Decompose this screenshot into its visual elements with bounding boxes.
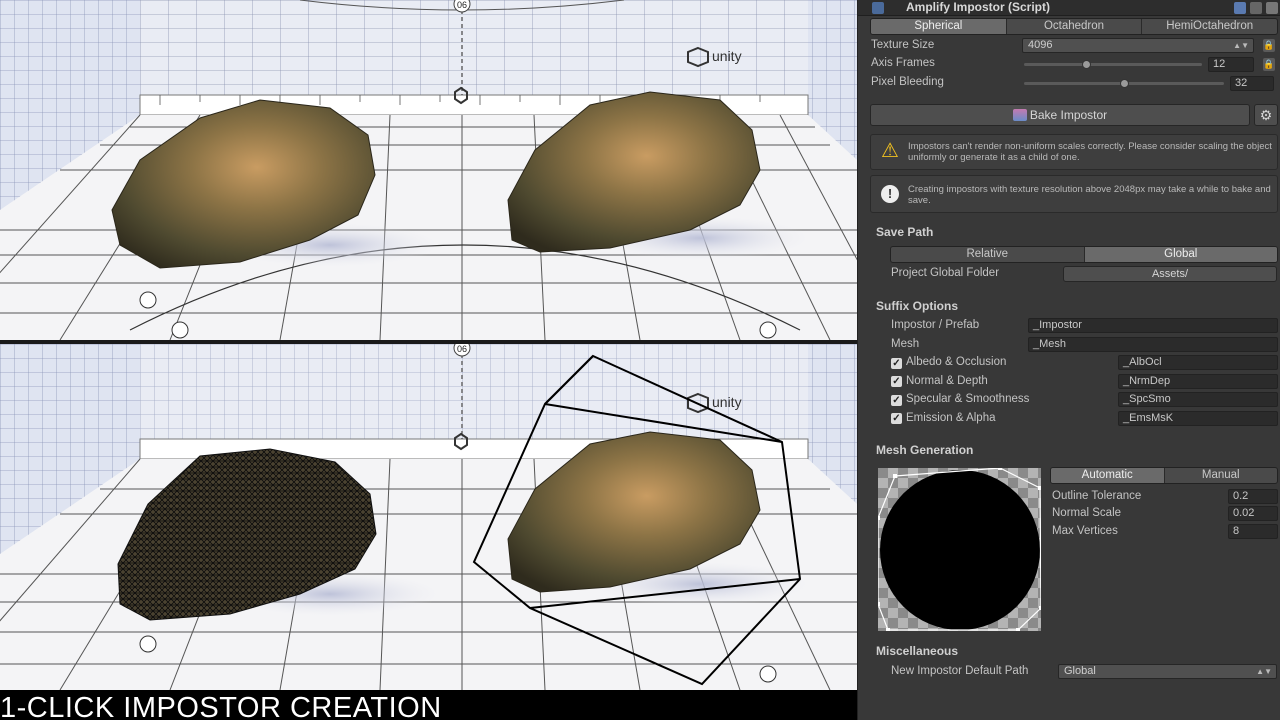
- save-path-tabs: Relative Global: [890, 246, 1278, 263]
- warning-icon: ⚠: [881, 140, 899, 162]
- max-vertices-label: Max Vertices: [1052, 525, 1118, 537]
- scene-viewport-top[interactable]: 06 unity: [0, 0, 857, 340]
- info-text: Creating impostors with texture resoluti…: [908, 184, 1271, 206]
- pixel-bleeding-label: Pixel Bleeding: [871, 76, 944, 88]
- default-path-label: New Impostor Default Path: [891, 665, 1029, 677]
- emission-alpha-checkbox[interactable]: ✓: [891, 413, 902, 424]
- component-title: Amplify Impostor (Script): [906, 0, 1051, 14]
- suffix-options-heading: Suffix Options: [876, 299, 958, 313]
- component-header[interactable]: Amplify Impostor (Script): [858, 0, 1280, 16]
- default-path-dropdown[interactable]: Global ▲▼: [1058, 664, 1277, 679]
- normal-depth-label: Normal & Depth: [906, 375, 988, 387]
- svg-text:unity: unity: [712, 394, 742, 410]
- albedo-occlusion-checkbox[interactable]: ✓: [891, 358, 902, 369]
- script-icon: [872, 2, 884, 14]
- svg-text:06: 06: [457, 344, 467, 354]
- pixel-bleeding-field[interactable]: 32: [1230, 76, 1274, 91]
- specular-smoothness-checkbox[interactable]: ✓: [891, 395, 902, 406]
- emission-alpha-label: Emission & Alpha: [906, 412, 996, 424]
- projection-tabs: Spherical Octahedron HemiOctahedron: [870, 18, 1278, 35]
- axis-frames-field[interactable]: 12: [1208, 57, 1254, 72]
- texture-size-label: Texture Size: [871, 39, 935, 51]
- tab-spherical[interactable]: Spherical: [871, 19, 1007, 34]
- inspector-panel: Amplify Impostor (Script) Spherical Octa…: [857, 0, 1280, 720]
- tab-global[interactable]: Global: [1084, 247, 1277, 262]
- impostor-prefab-field[interactable]: _Impostor: [1028, 318, 1278, 333]
- normal-depth-checkbox[interactable]: ✓: [891, 376, 902, 387]
- tab-automatic[interactable]: Automatic: [1051, 468, 1165, 483]
- info-icon: !: [881, 185, 899, 203]
- gear-icon[interactable]: [1266, 2, 1278, 14]
- normal-depth-field[interactable]: _NrmDep: [1118, 374, 1278, 389]
- info-helpbox: ! Creating impostors with texture resolu…: [870, 175, 1278, 213]
- texture-size-value: 4096: [1028, 39, 1053, 51]
- axis-frames-label: Axis Frames: [871, 57, 935, 69]
- impostor-prefab-label: Impostor / Prefab: [891, 319, 980, 331]
- help-icon[interactable]: [1234, 2, 1246, 14]
- video-caption: 1-CLICK IMPOSTOR CREATION: [0, 690, 857, 720]
- mesh-preview[interactable]: [876, 466, 1043, 632]
- tab-relative[interactable]: Relative: [891, 247, 1085, 262]
- project-global-folder-label: Project Global Folder: [891, 267, 1000, 279]
- bake-impostor-button[interactable]: Bake Impostor: [870, 104, 1250, 126]
- tab-octahedron[interactable]: Octahedron: [1007, 19, 1143, 34]
- bake-impostor-label: Bake Impostor: [1029, 108, 1108, 122]
- normal-scale-label: Normal Scale: [1052, 507, 1122, 519]
- specular-smoothness-label: Specular & Smoothness: [906, 393, 1030, 405]
- axis-frames-slider[interactable]: [1024, 63, 1202, 66]
- ruler-top-number: 06: [457, 0, 467, 10]
- dropdown-arrow-icon: ▲▼: [1233, 41, 1249, 50]
- pixel-bleeding-handle[interactable]: [1120, 79, 1129, 88]
- outline-tolerance-label: Outline Tolerance: [1052, 490, 1142, 502]
- outline-tolerance-field[interactable]: 0.2: [1228, 489, 1278, 504]
- scene-top-svg: 06 unity: [0, 0, 857, 340]
- lock-icon[interactable]: 🔒: [1263, 39, 1275, 52]
- save-path-heading: Save Path: [876, 225, 934, 239]
- bake-settings-gear-icon[interactable]: ⚙: [1254, 104, 1278, 126]
- preset-icon[interactable]: [1250, 2, 1262, 14]
- scene-viewport-bottom[interactable]: 06 unity: [0, 344, 857, 690]
- lock-icon[interactable]: 🔒: [1263, 58, 1275, 71]
- emission-alpha-field[interactable]: _EmsMsK: [1118, 411, 1278, 426]
- project-global-folder-button[interactable]: Assets/: [1063, 266, 1277, 282]
- mesh-suffix-label: Mesh: [891, 338, 920, 350]
- mesh-generation-tabs: Automatic Manual: [1050, 467, 1278, 484]
- dropdown-arrow-icon: ▲▼: [1256, 667, 1272, 676]
- max-vertices-field[interactable]: 8: [1228, 524, 1278, 539]
- albedo-occlusion-label: Albedo & Occlusion: [906, 356, 1007, 368]
- normal-scale-field[interactable]: 0.02: [1228, 506, 1278, 521]
- warning-helpbox: ⚠ Impostors can't render non-uniform sca…: [870, 134, 1278, 170]
- mesh-outline-svg: [876, 466, 1043, 632]
- scene-bottom-svg: 06 unity: [0, 344, 857, 690]
- albedo-occlusion-field[interactable]: _AlbOcl: [1118, 355, 1278, 370]
- mesh-generation-heading: Mesh Generation: [876, 443, 974, 457]
- tab-manual[interactable]: Manual: [1165, 468, 1278, 483]
- texture-size-dropdown[interactable]: 4096 ▲▼: [1022, 38, 1254, 53]
- specular-smoothness-field[interactable]: _SpcSmo: [1118, 392, 1278, 407]
- impostor-icon: [1012, 109, 1027, 121]
- mesh-suffix-field[interactable]: _Mesh: [1028, 337, 1278, 352]
- tab-hemioctahedron[interactable]: HemiOctahedron: [1142, 19, 1277, 34]
- default-path-value: Global: [1064, 665, 1096, 677]
- svg-text:unity: unity: [712, 48, 742, 64]
- axis-frames-handle[interactable]: [1082, 60, 1091, 69]
- miscellaneous-heading: Miscellaneous: [876, 644, 959, 658]
- warning-text: Impostors can't render non-uniform scale…: [908, 141, 1272, 163]
